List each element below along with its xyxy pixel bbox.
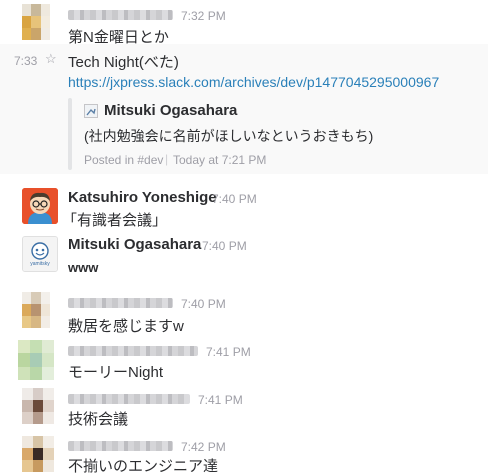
message-text: 第N金曜日とか <box>68 29 169 46</box>
sender-name-blurred[interactable] <box>68 10 173 20</box>
avatar[interactable] <box>22 292 50 328</box>
avatar-caption: yamitsky <box>30 261 50 267</box>
sender-name-blurred[interactable] <box>68 394 190 404</box>
avatar[interactable] <box>22 388 54 424</box>
sender-name[interactable]: Katsuhiro Yoneshige <box>68 189 217 206</box>
message-text: 「有識者会議」 <box>62 212 168 229</box>
avatar[interactable] <box>22 188 58 224</box>
attachment-author[interactable]: Mitsuki Ogasahara <box>104 102 237 119</box>
sender-name-blurred[interactable] <box>68 441 173 451</box>
attachment-text: (社内勉強会に名前がほしいなというおきもち) <box>84 128 374 144</box>
attachment-footer-channel[interactable]: Posted in #dev <box>84 153 163 167</box>
attachment-accent-bar <box>68 98 72 170</box>
message-time[interactable]: 7:40 PM <box>181 297 226 311</box>
message-text: モーリーNight <box>68 364 164 381</box>
sender-name-blurred[interactable] <box>68 346 198 356</box>
sender-name[interactable]: Mitsuki Ogasahara <box>68 236 201 253</box>
sender-name-blurred[interactable] <box>68 298 173 308</box>
message-time[interactable]: 7:32 PM <box>181 9 226 23</box>
star-icon[interactable]: ☆ <box>45 51 57 67</box>
avatar[interactable] <box>22 4 50 40</box>
message-time[interactable]: 7:40 PM <box>202 239 247 253</box>
avatar[interactable] <box>22 436 54 472</box>
message-text: www <box>68 260 99 275</box>
attachment-footer-time[interactable]: Today at 7:21 PM <box>173 153 266 167</box>
message-time[interactable]: 7:40 PM <box>212 192 257 206</box>
avatar[interactable] <box>18 340 54 380</box>
attachment-author-icon <box>84 104 98 118</box>
message-time[interactable]: 7:41 PM <box>206 345 251 359</box>
message-time[interactable]: 7:33 <box>14 54 37 68</box>
attachment-footer-separator: | <box>165 152 169 166</box>
avatar[interactable]: yamitsky <box>22 236 58 272</box>
message-text: 不揃いのエンジニア達 <box>68 458 219 475</box>
message-link[interactable]: https://jxpress.slack.com/archives/dev/p… <box>68 74 439 90</box>
message-text: 敷居を感じますw <box>68 318 184 335</box>
message-time[interactable]: 7:41 PM <box>198 393 243 407</box>
message-text: 技術会議 <box>68 411 129 428</box>
message-text: Tech Night(べた) <box>68 54 179 71</box>
message-time[interactable]: 7:42 PM <box>181 440 226 454</box>
